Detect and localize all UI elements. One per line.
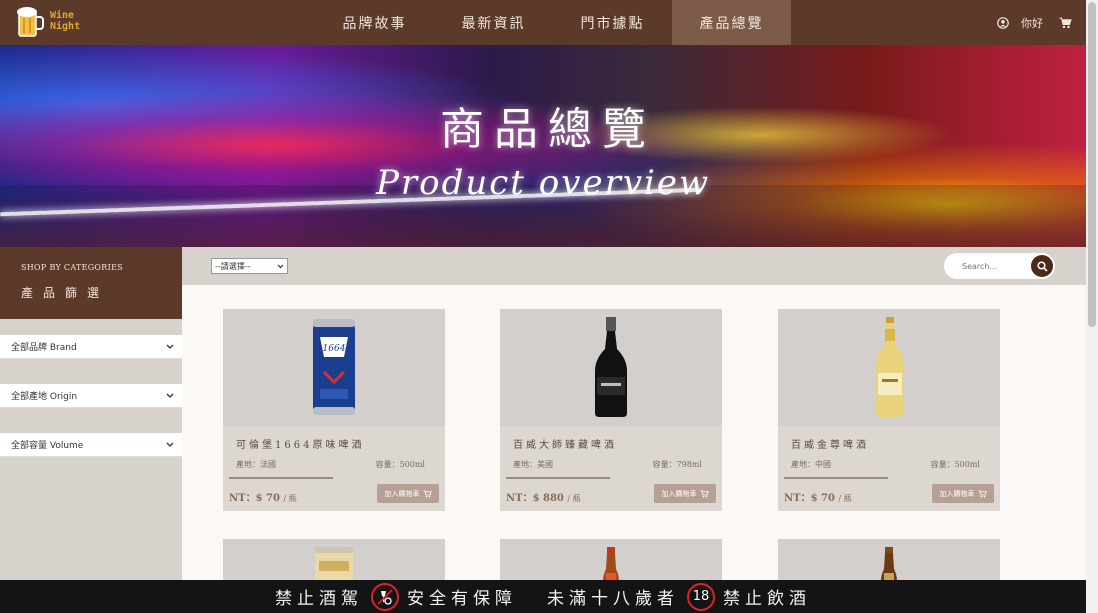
category-sidebar: SHOP BY CATEGORIES 產品篩選 全部品牌 Brand 全部產地 … <box>0 247 182 580</box>
add-to-cart-label: 加入購物車 <box>384 489 420 498</box>
no-drink-driving-icon <box>371 582 399 611</box>
product-origin: 產地：美國 <box>513 460 553 469</box>
search-icon <box>1036 260 1048 272</box>
search-box <box>944 253 1055 279</box>
product-volume: 容量：500ml <box>375 460 425 469</box>
product-image-area: 1664 <box>223 309 445 426</box>
cart-icon <box>423 489 432 497</box>
product-price: NT：$ 70 / 瓶 <box>784 489 852 504</box>
product-card-partial[interactable] <box>223 539 445 580</box>
origin-filter-label: 全部產地 Origin <box>11 392 78 402</box>
sidebar-heading-en: SHOP BY CATEGORIES <box>21 263 123 272</box>
footer-text-no-drinking: 禁止飲酒 <box>723 589 811 609</box>
volume-filter-select[interactable]: 全部容量 Volume <box>0 433 182 457</box>
product-card[interactable]: 1664 可倫堡1664原味啤酒 產地：法國 容量：500ml NT：$ 70 … <box>223 309 445 511</box>
product-price-value: NT：$ 880 <box>506 493 564 504</box>
logo-text: Wine Night <box>50 10 80 32</box>
product-name: 百威金尊啤酒 <box>791 440 869 451</box>
product-price-unit: / 瓶 <box>283 494 297 503</box>
product-price-value: NT：$ 70 <box>229 493 280 504</box>
product-price: NT：$ 880 / 瓶 <box>506 489 581 504</box>
product-card[interactable]: 百威大師臻藏啤酒 產地：美國 容量：798ml NT：$ 880 / 瓶 加入購… <box>500 309 722 511</box>
product-card[interactable]: 百威金尊啤酒 產地：中國 容量：500ml NT：$ 70 / 瓶 加入購物車 <box>778 309 1000 511</box>
hero-banner: 商品總覽 Product overview <box>0 45 1086 247</box>
product-origin: 產地：法國 <box>236 460 276 469</box>
warning-footer: 禁止酒駕 安全有保障 未滿十八歲者 18 禁止飲酒 <box>0 580 1086 613</box>
logo-text-line1: Wine <box>50 10 75 21</box>
product-divider <box>229 477 333 479</box>
product-name: 可倫堡1664原味啤酒 <box>236 440 365 451</box>
footer-text-under-18: 未滿十八歲者 <box>547 589 679 609</box>
sort-select-value: --請選擇-- <box>215 261 251 271</box>
product-image-area <box>500 309 722 426</box>
age-18-badge: 18 <box>687 582 715 611</box>
chevron-down-icon <box>166 393 174 398</box>
product-card-partial[interactable] <box>778 539 1000 580</box>
nav-item-products[interactable]: 產品總覽 <box>672 0 791 45</box>
product-divider <box>784 477 888 479</box>
add-to-cart-button[interactable]: 加入購物車 <box>654 484 716 503</box>
banner-title-zh: 商品總覽 <box>440 104 656 155</box>
chevron-down-icon <box>277 264 284 268</box>
banner-title-en: Product overview <box>376 163 711 203</box>
user-tools: 你好 <box>997 0 1072 45</box>
sidebar-heading-zh: 產品篩選 <box>21 286 110 300</box>
search-button[interactable] <box>1031 255 1053 277</box>
product-price-unit: / 瓶 <box>567 494 581 503</box>
add-to-cart-button[interactable]: 加入購物車 <box>377 484 439 503</box>
product-toolbar: --請選擇-- <box>182 247 1086 285</box>
product-price: NT：$ 70 / 瓶 <box>229 489 297 504</box>
user-icon[interactable] <box>997 16 1009 29</box>
logo-text-line2: Night <box>50 21 81 32</box>
chevron-down-icon <box>166 344 174 349</box>
product-grid: 1664 可倫堡1664原味啤酒 產地：法國 容量：500ml NT：$ 70 … <box>182 285 1086 580</box>
nav-item-stores[interactable]: 門市據點 <box>553 0 672 45</box>
add-to-cart-button[interactable]: 加入購物車 <box>932 484 994 503</box>
scrollbar-thumb[interactable] <box>1088 2 1096 327</box>
beer-mug-icon <box>17 7 44 37</box>
amber-beer-bottle-image <box>603 547 619 580</box>
nav-item-brand-story[interactable]: 品牌故事 <box>315 0 434 45</box>
black-champagne-bottle-image <box>595 317 627 417</box>
search-input[interactable] <box>962 261 1022 271</box>
footer-text-no-drunk-driving: 禁止酒駕 <box>275 589 363 609</box>
cart-icon[interactable] <box>1059 17 1072 29</box>
greeting-text[interactable]: 你好 <box>1021 15 1043 31</box>
product-image-area <box>778 309 1000 426</box>
add-to-cart-label: 加入購物車 <box>939 489 975 498</box>
product-card-partial[interactable] <box>500 539 722 580</box>
add-to-cart-label: 加入購物車 <box>661 489 697 498</box>
product-name: 百威大師臻藏啤酒 <box>513 440 617 451</box>
product-price-value: NT：$ 70 <box>784 493 835 504</box>
svg-text:1664: 1664 <box>323 344 346 354</box>
brand-filter-select[interactable]: 全部品牌 Brand <box>0 335 182 359</box>
main-menu: 品牌故事 最新資訊 門市據點 產品總覽 <box>315 0 791 45</box>
brown-beer-bottle-image <box>881 547 897 580</box>
cart-icon <box>700 489 709 497</box>
product-origin: 產地：中國 <box>791 460 831 469</box>
age-18-badge-text: 18 <box>692 589 710 604</box>
blue-beer-can-image: 1664 <box>313 319 355 415</box>
volume-filter-label: 全部容量 Volume <box>11 441 84 451</box>
sort-select[interactable]: --請選擇-- <box>211 258 288 274</box>
origin-filter-select[interactable]: 全部產地 Origin <box>0 384 182 408</box>
product-price-unit: / 瓶 <box>838 494 852 503</box>
cart-icon <box>978 489 987 497</box>
chevron-down-icon <box>166 442 174 447</box>
sidebar-heading: SHOP BY CATEGORIES 產品篩選 <box>0 247 182 319</box>
product-volume: 容量：500ml <box>930 460 980 469</box>
gold-beer-can-image <box>315 547 353 580</box>
footer-text-safety: 安全有保障 <box>407 589 517 609</box>
page-scrollbar[interactable] <box>1086 0 1098 613</box>
brand-filter-label: 全部品牌 Brand <box>11 343 77 353</box>
product-volume: 容量：798ml <box>652 460 702 469</box>
brand-logo[interactable]: Wine Night <box>16 4 80 38</box>
top-nav: Wine Night 品牌故事 最新資訊 門市據點 產品總覽 你好 <box>0 0 1086 45</box>
gold-beer-bottle-image <box>876 317 904 417</box>
product-divider <box>506 477 610 479</box>
nav-item-news[interactable]: 最新資訊 <box>434 0 553 45</box>
